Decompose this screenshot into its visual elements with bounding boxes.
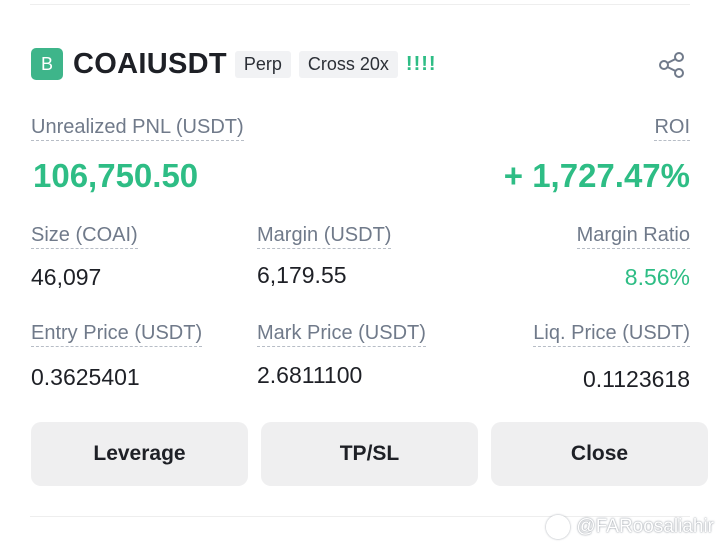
margin-ratio-value: 8.56%	[624, 264, 690, 290]
top-divider	[30, 4, 690, 5]
contract-type-tag: Perp	[234, 50, 291, 78]
position-header: B COAIUSDT Perp Cross 20x !!!!	[31, 46, 690, 82]
liq-price-value: 0.1123618	[582, 366, 690, 392]
margin-value: 6,179.55	[257, 262, 347, 288]
side-badge: B	[31, 48, 63, 80]
unrealized-pnl-label[interactable]: Unrealized PNL (USDT)	[31, 116, 244, 141]
mark-price-label[interactable]: Mark Price (USDT)	[257, 322, 426, 347]
symbol-title[interactable]: COAIUSDT	[73, 48, 227, 81]
liq-price-label[interactable]: Liq. Price (USDT)	[533, 322, 690, 347]
size-label[interactable]: Size (COAI)	[31, 224, 138, 249]
risk-indicator: !!!!	[405, 52, 437, 75]
entry-price-label[interactable]: Entry Price (USDT)	[31, 322, 203, 347]
watermark-text: @FARoosaliahir	[576, 516, 714, 537]
watermark-logo-icon	[546, 515, 571, 539]
roi-label[interactable]: ROI	[654, 116, 690, 141]
margin-mode-tag[interactable]: Cross 20x	[298, 50, 398, 78]
margin-ratio-label[interactable]: Margin Ratio	[576, 224, 690, 249]
roi-value: + 1,727.47%	[503, 157, 690, 194]
mark-price-value: 2.6811100	[257, 362, 363, 388]
watermark: @FARoosaliahir	[546, 515, 714, 539]
unrealized-pnl-value: 106,750.50	[33, 157, 199, 194]
leverage-button[interactable]: Leverage	[31, 422, 248, 486]
tpsl-button[interactable]: TP/SL	[261, 422, 478, 486]
size-value: 46,097	[31, 264, 102, 290]
share-icon[interactable]	[657, 50, 687, 80]
margin-label[interactable]: Margin (USDT)	[257, 224, 392, 249]
close-position-button[interactable]: Close	[491, 422, 708, 486]
entry-price-value: 0.3625401	[31, 364, 140, 390]
